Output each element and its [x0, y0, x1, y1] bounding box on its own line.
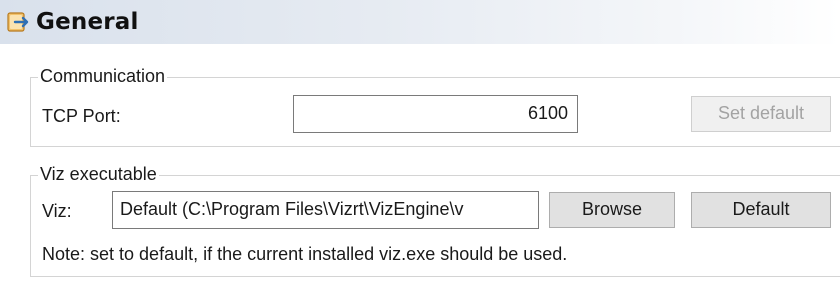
communication-legend: Communication: [38, 65, 168, 87]
viz-executable-legend: Viz executable: [38, 163, 159, 185]
section-header: General: [0, 0, 840, 44]
viz-note-text: Note: set to default, if the current ins…: [42, 244, 568, 264]
default-button[interactable]: Default: [691, 192, 831, 228]
settings-plug-icon: [7, 12, 29, 32]
section-title: General: [36, 9, 139, 35]
viz-label: Viz:: [42, 201, 72, 221]
viz-path-value: Default (C:\Program Files\Vizrt\VizEngin…: [120, 199, 464, 219]
viz-path-input[interactable]: Default (C:\Program Files\Vizrt\VizEngin…: [112, 191, 539, 229]
browse-button[interactable]: Browse: [549, 192, 675, 228]
set-default-button[interactable]: Set default: [691, 96, 831, 132]
tcp-port-input[interactable]: 6100: [293, 95, 578, 133]
settings-panel: General Communication TCP Port: 6100 Set…: [0, 0, 840, 282]
tcp-port-label: TCP Port:: [42, 106, 121, 126]
tcp-port-value: 6100: [527, 103, 568, 123]
